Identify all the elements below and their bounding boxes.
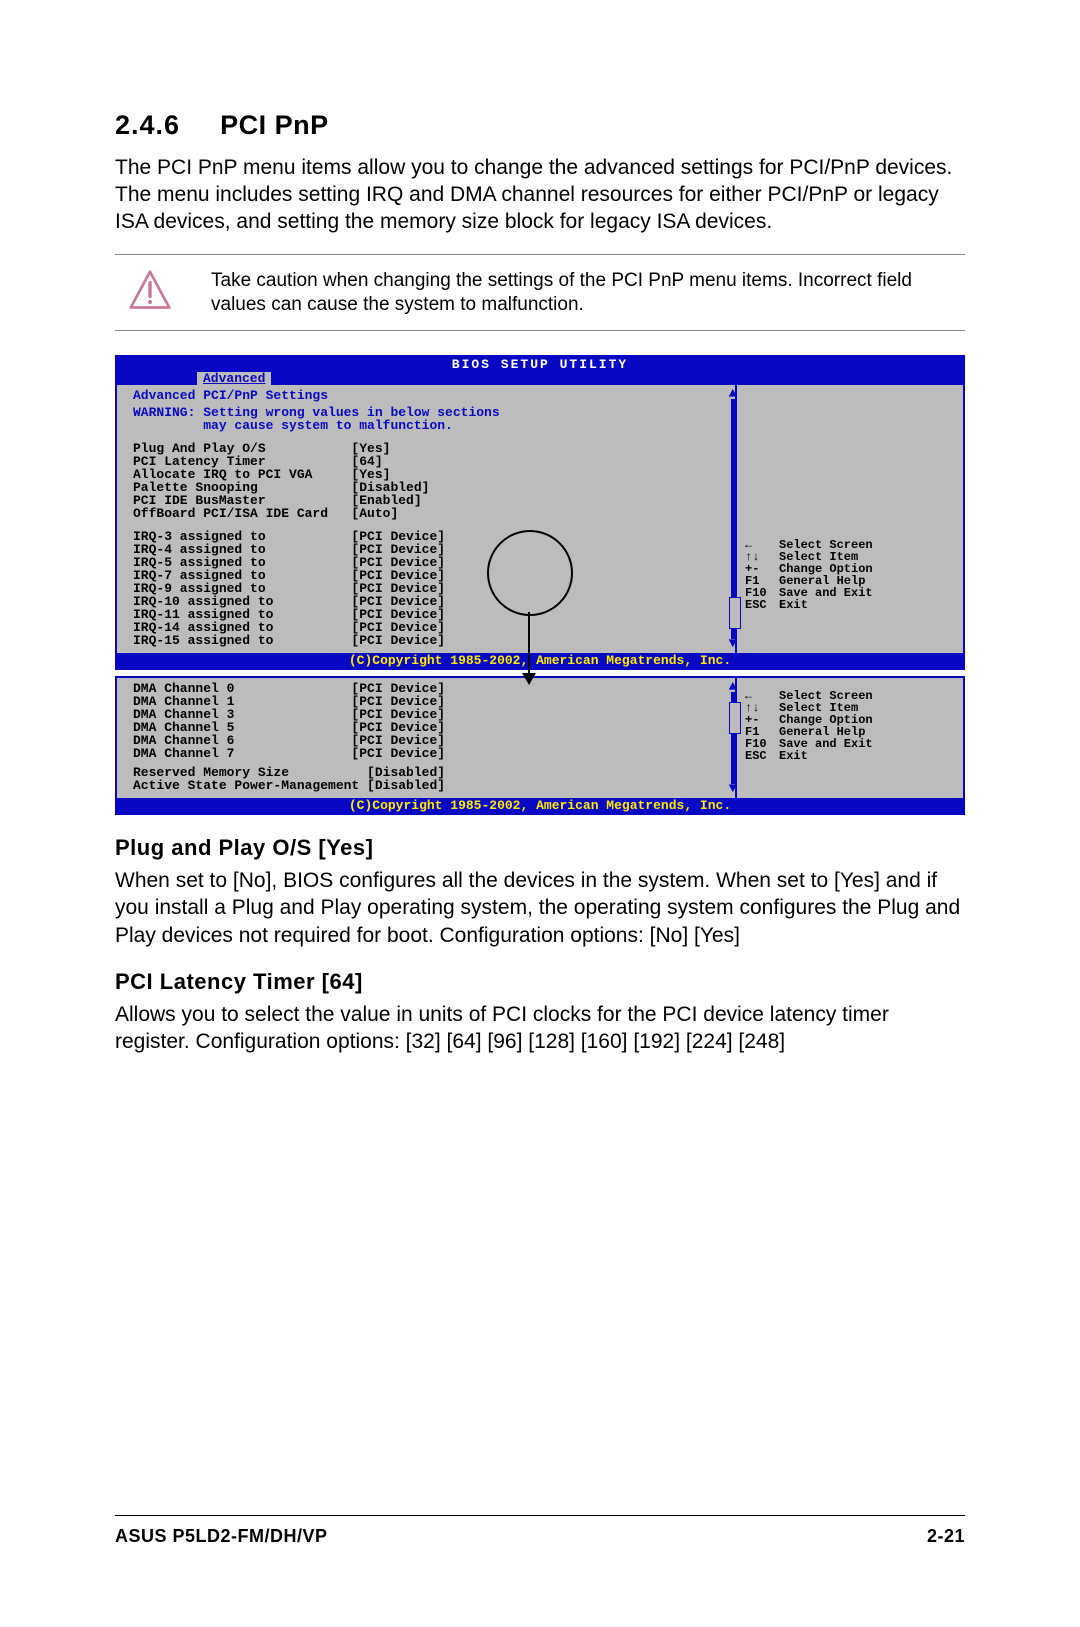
caution-icon <box>115 269 185 318</box>
bios-title: BIOS SETUP UTILITY <box>117 357 963 372</box>
footer-page-number: 2-21 <box>927 1526 965 1547</box>
section-heading: 2.4.6 PCI PnP <box>115 110 965 141</box>
scrollbar-down-icon: ▼ <box>729 637 737 651</box>
page-footer: ASUS P5LD2-FM/DH/VP 2-21 <box>115 1515 965 1547</box>
subsection-body-pnp: When set to [No], BIOS configures all th… <box>115 867 965 949</box>
section-number: 2.4.6 <box>115 110 180 141</box>
bios-screenshot-upper: BIOS SETUP UTILITY Advanced Advanced PCI… <box>115 355 965 670</box>
bios-option-row: DMA Channel 7 [PCI Device] <box>133 747 727 760</box>
bios-copyright: (C)Copyright 1985-2002, American Megatre… <box>117 653 963 668</box>
subsection-body-latency: Allows you to select the value in units … <box>115 1001 965 1056</box>
intro-paragraph: The PCI PnP menu items allow you to chan… <box>115 155 965 236</box>
subsection-heading-latency: PCI Latency Timer [64] <box>115 969 965 995</box>
bios-option-row: OffBoard PCI/ISA IDE Card [Auto] <box>133 507 727 520</box>
bios-warning-line2: may cause system to malfunction. <box>133 419 727 432</box>
bios-tab-advanced: Advanced <box>197 372 271 385</box>
bios-nav-row: F10Save and Exit <box>745 738 955 750</box>
bios-subheading: Advanced PCI/PnP Settings <box>133 389 727 402</box>
bios-nav-row: ESCExit <box>745 599 955 611</box>
scrollbar-down-icon: ▼ <box>729 782 737 796</box>
bios-option-row: Active State Power-Management [Disabled] <box>133 779 727 792</box>
caution-text: Take caution when changing the settings … <box>185 269 965 318</box>
bios-copyright: (C)Copyright 1985-2002, American Megatre… <box>117 798 963 813</box>
bios-nav-row: ESCExit <box>745 750 955 762</box>
bios-option-row: IRQ-15 assigned to [PCI Device] <box>133 634 727 647</box>
footer-product: ASUS P5LD2-FM/DH/VP <box>115 1526 328 1547</box>
bios-screenshot-lower: DMA Channel 0 [PCI Device]DMA Channel 1 … <box>115 676 965 815</box>
bios-nav-row: F10Save and Exit <box>745 587 955 599</box>
section-title: PCI PnP <box>220 110 329 140</box>
subsection-heading-pnp: Plug and Play O/S [Yes] <box>115 835 965 861</box>
caution-block: Take caution when changing the settings … <box>115 254 965 331</box>
